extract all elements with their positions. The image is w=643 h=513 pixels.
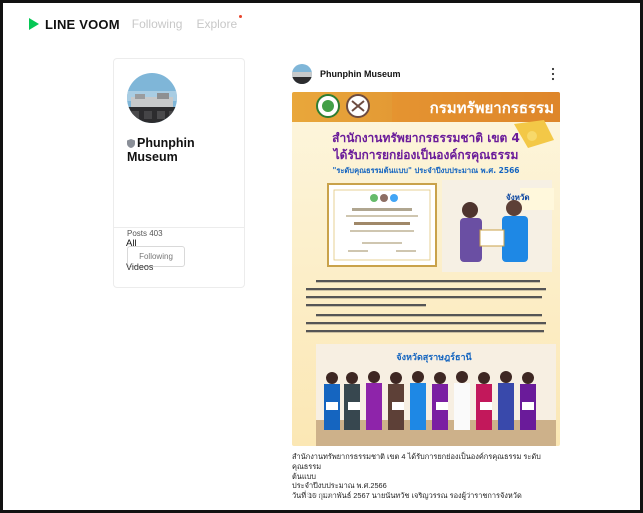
profile-name: Phunphin Museum	[127, 136, 195, 164]
filter-videos[interactable]: Videos	[126, 262, 153, 272]
profile-card: Phunphin Museum Posts 403 Following	[113, 58, 245, 288]
poster-headline-2: ได้รับการยกย่องเป็นองค์กรคุณธรรม	[332, 147, 519, 163]
post-author-name[interactable]: Phunphin Museum	[320, 69, 401, 79]
museum-photo-icon	[127, 73, 177, 123]
tab-explore-label: Explore	[196, 17, 238, 31]
caption-line: ประจำปีงบประมาณ พ.ศ.2566	[292, 481, 387, 491]
poster-headline-3: "ระดับคุณธรรมต้นแบบ" ประจำปีงบประมาณ พ.ศ…	[332, 166, 519, 175]
tab-explore[interactable]: Explore	[196, 15, 243, 31]
profile-avatar[interactable]	[127, 73, 177, 123]
post-author-avatar[interactable]	[292, 64, 312, 84]
top-bar: LINE VOOM Following Explore	[3, 3, 640, 45]
poster-group-banner: จังหวัดสุราษฎร์ธานี	[396, 351, 472, 363]
filter-all[interactable]: All	[126, 238, 137, 249]
play-icon	[29, 18, 39, 30]
logo-text: LINE VOOM	[45, 16, 120, 32]
poster-headline-1: สำนักงานทรัพยากรธรรมชาติ เขต 4	[332, 131, 520, 145]
museum-photo-icon	[292, 64, 312, 84]
tab-following[interactable]: Following	[132, 17, 183, 31]
poster-org-title: กรมทรัพยากรธรรม	[430, 99, 554, 117]
caption-line: ต้นแบบ	[292, 471, 316, 481]
profile-divider	[113, 227, 245, 228]
more-options-icon[interactable]	[551, 67, 555, 81]
new-indicator-dot	[239, 15, 243, 18]
post-image[interactable]: กรมทรัพยากรธรรม สำนักงานทรัพยากรธรรมชาติ…	[292, 92, 560, 446]
poster-graphic: กรมทรัพยากรธรรม สำนักงานทรัพยากรธรรมชาติ…	[292, 92, 560, 446]
caption-line: สำนักงานทรัพยากรธรรมชาติ เขต 4 ได้รับการ…	[292, 452, 541, 471]
posts-count: Posts 403	[127, 229, 163, 238]
line-voom-logo[interactable]: LINE VOOM	[29, 17, 120, 32]
nav-tabs: Following Explore	[132, 15, 243, 31]
poster-province-label: จังหวัด	[506, 193, 530, 202]
see-more-link[interactable]: ... See more	[300, 493, 333, 499]
